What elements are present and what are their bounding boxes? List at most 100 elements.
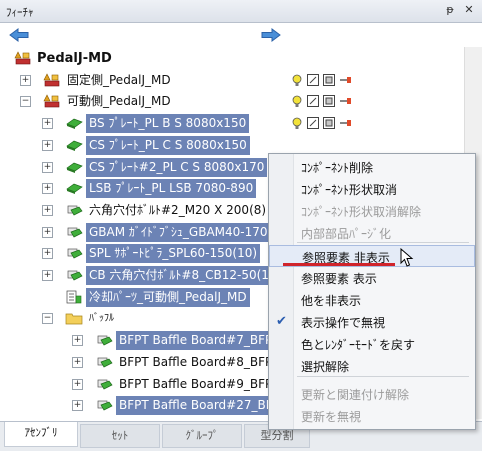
menu-item[interactable]: ✔ 表示操作で無視 bbox=[269, 311, 475, 333]
menu-item: ｺﾝﾎﾟｰﾈﾝﾄ形状取消解除 bbox=[269, 200, 475, 222]
back-arrow-icon[interactable] bbox=[8, 26, 30, 44]
tree-row[interactable]: + BS ﾌﾟﾚｰﾄ_PL B S 8080x150 bbox=[0, 113, 464, 135]
link-icon[interactable] bbox=[338, 73, 352, 87]
part-bolt-icon bbox=[95, 397, 113, 413]
tree-item-label[interactable]: 冷却ﾊﾟｰﾂ_可動側_PedalJ_MD bbox=[86, 287, 250, 307]
cooling-assembly-icon bbox=[65, 289, 83, 305]
forward-arrow-icon[interactable] bbox=[260, 26, 282, 44]
expand-icon[interactable]: + bbox=[72, 378, 83, 390]
component-status-icons bbox=[290, 73, 356, 89]
pin-icon[interactable]: ᵽ bbox=[443, 3, 457, 17]
menu-item-label: ｺﾝﾎﾟｰﾈﾝﾄ削除 bbox=[301, 161, 374, 175]
part-green-icon bbox=[65, 137, 83, 153]
menu-item-label: 色とﾚﾝﾀﾞｰﾓｰﾄﾞを戻す bbox=[301, 338, 416, 352]
menu-item[interactable]: 色とﾚﾝﾀﾞｰﾓｰﾄﾞを戻す bbox=[269, 333, 475, 355]
assembly-root-icon bbox=[14, 50, 32, 66]
part-bolt-icon bbox=[65, 245, 83, 261]
tree-item-label[interactable]: BFPT Baffle Board#9_BFP bbox=[116, 375, 275, 394]
menu-item-label: 表示操作で無視 bbox=[301, 316, 386, 330]
expand-icon[interactable]: + bbox=[42, 161, 53, 173]
tab-assembly[interactable]: ｱｾﾝﾌﾞﾘ bbox=[4, 422, 78, 447]
expand-icon[interactable]: + bbox=[20, 74, 31, 86]
tree-item-label[interactable]: BS ﾌﾟﾚｰﾄ_PL B S 8080x150 bbox=[86, 114, 250, 134]
tree-item-label[interactable]: CS ﾌﾟﾚｰﾄ#2_PL C S 8080x170 bbox=[86, 157, 268, 177]
tree-item-label[interactable]: ﾊﾞｯﾌﾙ bbox=[86, 309, 117, 328]
link-icon[interactable] bbox=[338, 94, 352, 108]
expand-icon[interactable]: + bbox=[42, 248, 53, 260]
part-bolt-icon bbox=[95, 354, 113, 370]
menu-item[interactable]: 参照要素 表示 bbox=[269, 267, 475, 289]
expand-icon[interactable]: + bbox=[72, 356, 83, 368]
tab-set[interactable]: ｾｯﾄ bbox=[80, 424, 160, 448]
tree-item-label[interactable]: BFPT Baffle Board#8_BFP bbox=[116, 353, 275, 372]
menu-item[interactable]: ｺﾝﾎﾟｰﾈﾝﾄ削除 bbox=[269, 156, 475, 178]
part-bolt-icon bbox=[65, 267, 83, 283]
part-bolt-icon bbox=[65, 224, 83, 240]
tree-row[interactable]: PedalJ-MD bbox=[0, 48, 464, 70]
menu-item: 内部部品ﾊﾟｰｼﾞ化 bbox=[269, 222, 475, 244]
subassembly-icon bbox=[43, 93, 61, 109]
tree-item-label[interactable]: BFPT Baffle Board#27_BFP bbox=[116, 396, 283, 416]
close-icon[interactable]: ✕ bbox=[462, 3, 476, 17]
expand-icon[interactable]: + bbox=[42, 118, 53, 130]
menu-item[interactable]: 他を非表示 bbox=[269, 289, 475, 311]
menu-separator bbox=[297, 242, 469, 243]
expand-icon[interactable]: + bbox=[42, 270, 53, 281]
expand-icon[interactable]: + bbox=[42, 204, 53, 216]
collapse-icon[interactable]: − bbox=[42, 313, 53, 325]
mouse-cursor-icon bbox=[400, 247, 414, 271]
folder-icon bbox=[65, 310, 83, 326]
menu-item-label: ｺﾝﾎﾟｰﾈﾝﾄ形状取消 bbox=[301, 183, 398, 197]
menu-item-label: 内部部品ﾊﾟｰｼﾞ化 bbox=[301, 227, 392, 241]
expand-icon[interactable]: + bbox=[42, 183, 53, 195]
annotation-underline bbox=[283, 263, 395, 266]
context-menu: ｺﾝﾎﾟｰﾈﾝﾄ削除 ｺﾝﾎﾟｰﾈﾝﾄ形状取消 ｺﾝﾎﾟｰﾈﾝﾄ形状取消解除 内部部品… bbox=[268, 153, 476, 430]
tree-item-label[interactable]: GBAM ｶﾞｲﾄﾞﾌﾞｼｭ_GBAM40-170 bbox=[86, 222, 271, 242]
frame-icon[interactable] bbox=[306, 94, 320, 108]
tree-item-label[interactable]: LSB ﾌﾟﾚｰﾄ_PL LSB 7080-890 bbox=[86, 179, 257, 199]
subassembly-icon bbox=[43, 72, 61, 88]
panel-title: ﾌｨｰﾁｬ bbox=[6, 6, 34, 19]
tab-group[interactable]: ｸﾞﾙｰﾌﾟ bbox=[162, 424, 242, 448]
frame-icon[interactable] bbox=[306, 116, 320, 130]
menu-item[interactable]: 選択解除 bbox=[269, 355, 475, 377]
feature-panel: ﾌｨｰﾁｬ ᵽ ✕ PedalJ-MD + 固定側_PedalJ_MD − 可動側_Pe… bbox=[0, 0, 482, 451]
component-icon[interactable] bbox=[322, 116, 336, 130]
visibility-bulb-icon[interactable] bbox=[290, 116, 304, 130]
expand-icon[interactable]: + bbox=[42, 226, 53, 238]
visibility-bulb-icon[interactable] bbox=[290, 94, 304, 108]
menu-item-label: 参照要素 表示 bbox=[301, 272, 377, 286]
component-icon[interactable] bbox=[322, 94, 336, 108]
navigation-bar bbox=[0, 23, 482, 47]
frame-icon[interactable] bbox=[306, 73, 320, 87]
component-status-icons bbox=[290, 116, 356, 132]
tree-item-label[interactable]: 六角穴付ﾎﾞﾙﾄ#2_M20 X 200(8) bbox=[86, 201, 269, 220]
menu-item[interactable]: ｺﾝﾎﾟｰﾈﾝﾄ形状取消 bbox=[269, 178, 475, 200]
tree-item-label[interactable]: 固定側_PedalJ_MD bbox=[64, 71, 174, 90]
menu-item: 更新と関連付け解除 bbox=[269, 383, 475, 405]
tree-item-label[interactable]: SPL ｻﾎﾟｰﾄﾋﾟﾗ_SPL60-150(10) bbox=[86, 244, 261, 264]
tree-item-label[interactable]: BFPT Baffle Board#7_BFP bbox=[116, 331, 276, 351]
collapse-icon[interactable]: − bbox=[20, 96, 31, 108]
tree-item-label[interactable]: PedalJ-MD bbox=[34, 49, 115, 68]
tree-row[interactable]: + 固定側_PedalJ_MD bbox=[0, 70, 464, 92]
link-icon[interactable] bbox=[338, 116, 352, 130]
tree-item-label[interactable]: CS ﾌﾟﾚｰﾄ_PL C S 8080x150 bbox=[86, 135, 250, 155]
expand-icon[interactable]: + bbox=[72, 400, 83, 412]
tree-item-label[interactable]: CB 六角穴付ﾎﾞﾙﾄ#8_CB12-50(1 bbox=[86, 266, 272, 285]
expand-icon[interactable]: + bbox=[42, 139, 53, 151]
component-icon[interactable] bbox=[322, 73, 336, 87]
menu-separator bbox=[297, 376, 469, 377]
part-bolt-icon bbox=[95, 376, 113, 392]
menu-item-label: 更新を無視 bbox=[301, 410, 362, 424]
menu-item: 更新を無視 bbox=[269, 405, 475, 427]
visibility-bulb-icon[interactable] bbox=[290, 73, 304, 87]
menu-item-label: ｺﾝﾎﾟｰﾈﾝﾄ形状取消解除 bbox=[301, 205, 422, 219]
tree-item-label[interactable]: 可動側_PedalJ_MD bbox=[64, 92, 174, 111]
component-status-icons bbox=[290, 94, 356, 110]
part-bolt-icon bbox=[65, 202, 83, 218]
expand-icon[interactable]: + bbox=[72, 335, 83, 347]
tree-row[interactable]: − 可動側_PedalJ_MD bbox=[0, 91, 464, 113]
menu-item-label: 選択解除 bbox=[301, 360, 350, 374]
part-green-icon bbox=[65, 180, 83, 196]
